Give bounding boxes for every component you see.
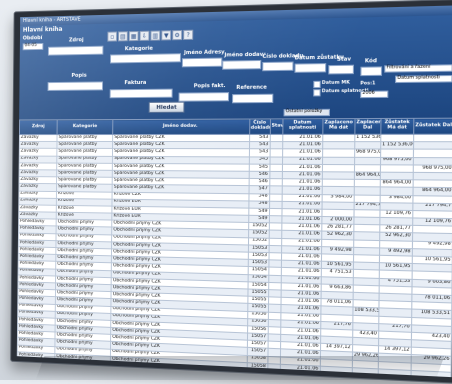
table-cell	[269, 149, 283, 157]
column-header[interactable]: Zaplaceno Má dát	[322, 118, 355, 135]
table-cell: Spárované platby	[57, 134, 113, 142]
table-cell	[413, 141, 452, 150]
reference-input[interactable]	[232, 93, 274, 104]
pos-label: Pos:1	[360, 81, 376, 87]
table-cell: 968 975,00	[354, 149, 381, 157]
column-header[interactable]: Jméno dodav.	[112, 119, 250, 135]
jmeno-dodavatele-label: Jméno dodav.	[224, 51, 265, 59]
column-header[interactable]: Zdroj	[19, 119, 58, 135]
form-heading: Hlavní kniha	[22, 25, 63, 34]
popis-fakt-label: Popis fakt.	[193, 82, 226, 90]
date-input[interactable]: 2006	[360, 90, 389, 99]
stav-input[interactable]	[328, 64, 355, 75]
table-cell	[380, 134, 414, 142]
table-cell: 21.01.06	[282, 134, 323, 142]
monitor-frame: Hlavní kniha - ARTSTAVE Hlavní kniha Obd…	[10, 0, 452, 384]
cislo-dokladu-input[interactable]	[262, 61, 294, 72]
reference-label: Reference	[236, 84, 267, 92]
kod-input[interactable]	[360, 66, 383, 77]
table-cell	[322, 141, 355, 150]
table-cell	[322, 134, 355, 142]
filter-select[interactable]: Filtrování a řazení	[384, 64, 452, 73]
help-icon[interactable]: ?	[183, 29, 194, 41]
export-select[interactable]: Ostatní položky	[283, 108, 331, 117]
table-cell	[269, 171, 282, 179]
table-cell	[269, 163, 283, 172]
datum-mk-checkbox[interactable]	[313, 80, 321, 89]
ledger-table: Zdroj Kategorie Jméno dodav. Číslo dokladu S…	[17, 118, 452, 378]
table-cell: Závazky	[19, 134, 58, 142]
table-cell: 543	[249, 134, 270, 142]
table-cell	[322, 156, 355, 165]
popis-label: Popis	[71, 72, 87, 79]
obdobi-select[interactable]: 04-05	[22, 42, 44, 51]
table-cell: 545	[248, 156, 270, 164]
column-header[interactable]: Zůstatek Dal	[413, 118, 452, 135]
table-cell	[269, 156, 283, 165]
table-cell	[413, 149, 452, 158]
table-cell	[269, 134, 283, 142]
column-header[interactable]: Číslo dokladu	[249, 118, 271, 135]
desk-reflection	[35, 356, 445, 380]
table-cell	[380, 149, 414, 158]
faktura-input[interactable]	[109, 88, 173, 99]
zdroj-label: Zdroj	[68, 37, 84, 44]
column-header[interactable]: Datum splatnosti	[282, 118, 323, 135]
table-cell: Spárované platby CZK	[112, 134, 250, 142]
table-cell: 968 975,00	[380, 156, 414, 165]
table-cell	[354, 164, 381, 173]
popis-fakt-input[interactable]	[178, 92, 230, 102]
chart-icon[interactable]: ▥	[150, 30, 161, 41]
table-cell	[269, 186, 282, 194]
search-button[interactable]: Hledat	[148, 101, 185, 113]
kategorie-label: Kategorie	[124, 45, 153, 53]
settings-icon[interactable]: ⚙	[172, 29, 183, 41]
table-cell: 1 152 536,00	[354, 134, 381, 142]
table-cell: 1 152 536,00	[380, 141, 414, 150]
table-cell	[354, 141, 381, 150]
table-cell	[269, 193, 282, 202]
export-icon[interactable]: ⇩	[139, 30, 150, 41]
filter-form: Hlavní kniha Období 04-05 Zdroj ▫ ▤ ▦ ⇩ …	[19, 15, 452, 120]
app-screen: Hlavní kniha - ARTSTAVE Hlavní kniha Obd…	[16, 5, 452, 378]
column-header[interactable]: Zaplaceno Dal	[354, 118, 381, 135]
table-cell: 545	[248, 163, 270, 172]
popis-input[interactable]	[47, 81, 104, 91]
table-cell	[269, 141, 283, 150]
column-header[interactable]: Stav	[269, 118, 283, 135]
datum-mk-label: Datum MK	[321, 80, 350, 86]
table-cell	[354, 156, 381, 165]
table-cell: 21.01.06	[282, 149, 323, 157]
window-title: Hlavní kniha - ARTSTAVE	[22, 16, 81, 24]
jmeno-dodavatele-input[interactable]	[222, 59, 262, 70]
table-header-row: Zdroj Kategorie Jméno dodav. Číslo dokladu S…	[19, 118, 452, 135]
obdobi-label: Období	[22, 35, 43, 42]
column-header[interactable]: Kategorie	[57, 119, 114, 135]
table-cell: 543	[248, 149, 270, 157]
stav-label: Stav	[336, 56, 351, 63]
datum-splatnosti-checkbox[interactable]	[313, 89, 321, 97]
open-icon[interactable]: ▤	[118, 31, 128, 42]
column-header[interactable]: Zůstatek Má dát	[380, 118, 414, 135]
table-cell	[269, 178, 282, 187]
datum-zustatku-input[interactable]	[294, 63, 327, 73]
zdroj-input[interactable]	[47, 45, 104, 56]
filter-icon[interactable]: ▼	[161, 30, 172, 41]
table-cell	[322, 149, 355, 157]
jmeno-adresy-label: Jméno Adresy	[183, 49, 225, 57]
kod-label: Kód	[364, 58, 378, 65]
faktura-label: Faktura	[124, 79, 147, 87]
table-cell: 543	[249, 141, 270, 150]
table-cell	[413, 134, 452, 142]
right-select[interactable]: Datum splatnosti	[395, 74, 452, 84]
table-cell: 21.01.06	[282, 141, 323, 150]
new-icon[interactable]: ▫	[107, 31, 118, 42]
jmeno-adresy-input[interactable]	[181, 57, 223, 68]
kategorie-input[interactable]	[110, 53, 181, 64]
print-icon[interactable]: ▦	[128, 30, 139, 42]
